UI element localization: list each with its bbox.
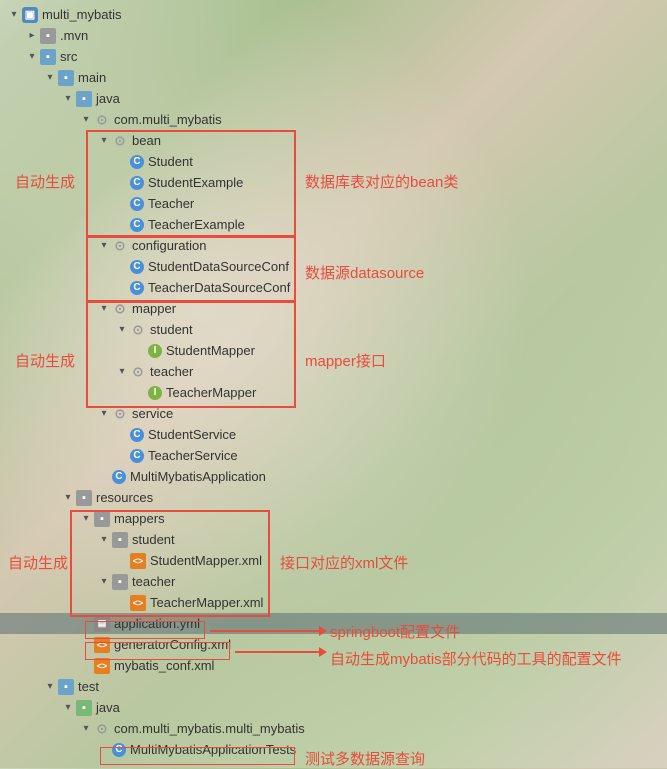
tree-row-test-java[interactable]: ▾▪java	[0, 697, 667, 718]
class-icon: C	[112, 743, 126, 757]
class-icon: C	[130, 281, 144, 295]
folder-icon: ▪	[76, 490, 92, 506]
tree-row-mappers-student[interactable]: ▾▪student	[0, 529, 667, 550]
chevron-down-icon[interactable]: ▾	[98, 576, 110, 588]
tree-row-app-class[interactable]: ▾CMultiMybatisApplication	[0, 466, 667, 487]
interface-icon: I	[148, 344, 162, 358]
chevron-down-icon[interactable]: ▾	[98, 408, 110, 420]
class-icon: C	[130, 260, 144, 274]
folder-icon: ▪	[76, 91, 92, 107]
chevron-down-icon[interactable]: ▾	[80, 513, 92, 525]
module-icon: ▣	[22, 7, 38, 23]
class-icon: C	[130, 428, 144, 442]
folder-icon: ▪	[40, 28, 56, 44]
chevron-down-icon[interactable]: ▾	[62, 492, 74, 504]
folder-icon: ▪	[94, 511, 110, 527]
folder-icon: ▪	[112, 532, 128, 548]
class-icon: C	[130, 218, 144, 232]
tree-row-interface[interactable]: ▾IStudentMapper	[0, 340, 667, 361]
chevron-down-icon[interactable]: ▾	[8, 9, 20, 21]
folder-icon: ▪	[58, 70, 74, 86]
tree-row-test-package[interactable]: ▾com.multi_mybatis.multi_mybatis	[0, 718, 667, 739]
tree-row-class[interactable]: ▾CTeacherExample	[0, 214, 667, 235]
folder-icon: ▪	[76, 700, 92, 716]
chevron-down-icon[interactable]: ▾	[44, 72, 56, 84]
folder-icon: ▪	[112, 574, 128, 590]
tree-row-resources[interactable]: ▾▪resources	[0, 487, 667, 508]
chevron-down-icon[interactable]: ▾	[98, 534, 110, 546]
package-icon	[112, 238, 128, 254]
xml-icon: <>	[94, 637, 110, 653]
folder-icon: ▪	[58, 679, 74, 695]
tree-row-java[interactable]: ▾▪java	[0, 88, 667, 109]
tree-row-configuration[interactable]: ▾configuration	[0, 235, 667, 256]
tree-row-service[interactable]: ▾service	[0, 403, 667, 424]
package-icon	[112, 133, 128, 149]
tree-row-mapper-student[interactable]: ▾student	[0, 319, 667, 340]
tree-row-test-class[interactable]: ▾CMultiMybatisApplicationTests	[0, 739, 667, 760]
tree-row-class[interactable]: ▾CTeacherService	[0, 445, 667, 466]
package-icon	[130, 322, 146, 338]
tree-row-mvn[interactable]: ▸▪.mvn	[0, 25, 667, 46]
tree-row-class[interactable]: ▾CTeacher	[0, 193, 667, 214]
chevron-down-icon[interactable]: ▾	[98, 303, 110, 315]
chevron-down-icon[interactable]: ▾	[80, 114, 92, 126]
chevron-down-icon[interactable]: ▾	[62, 93, 74, 105]
class-icon: C	[130, 155, 144, 169]
tree-row-mappers[interactable]: ▾▪mappers	[0, 508, 667, 529]
tree-row-app-yml[interactable]: ▾▤application.yml	[0, 613, 667, 634]
chevron-down-icon[interactable]: ▾	[62, 702, 74, 714]
tree-row-package[interactable]: ▾com.multi_mybatis	[0, 109, 667, 130]
tree-row-class[interactable]: ▾CStudentService	[0, 424, 667, 445]
chevron-down-icon[interactable]: ▾	[98, 135, 110, 147]
tree-row-class[interactable]: ▾CTeacherDataSourceConf	[0, 277, 667, 298]
arrow-icon	[210, 630, 320, 632]
package-icon	[94, 721, 110, 737]
project-tree: ▾▣multi_mybatis ▸▪.mvn ▾▪src ▾▪main ▾▪ja…	[0, 0, 667, 764]
interface-icon: I	[148, 386, 162, 400]
tree-row-mapper[interactable]: ▾mapper	[0, 298, 667, 319]
tree-row-mybatis-xml[interactable]: ▾<>mybatis_conf.xml	[0, 655, 667, 676]
package-icon	[112, 406, 128, 422]
xml-icon: <>	[130, 595, 146, 611]
class-icon: C	[130, 449, 144, 463]
xml-icon: <>	[94, 658, 110, 674]
class-icon: C	[112, 470, 126, 484]
yml-icon: ▤	[94, 616, 110, 632]
xml-icon: <>	[130, 553, 146, 569]
package-icon	[130, 364, 146, 380]
chevron-down-icon[interactable]: ▾	[80, 723, 92, 735]
tree-row-xml[interactable]: ▾<>TeacherMapper.xml	[0, 592, 667, 613]
chevron-right-icon[interactable]: ▸	[26, 30, 38, 42]
tree-row-mapper-teacher[interactable]: ▾teacher	[0, 361, 667, 382]
class-icon: C	[130, 197, 144, 211]
tree-row-mappers-teacher[interactable]: ▾▪teacher	[0, 571, 667, 592]
tree-row-class[interactable]: ▾CStudent	[0, 151, 667, 172]
tree-row-src[interactable]: ▾▪src	[0, 46, 667, 67]
tree-row-bean[interactable]: ▾bean	[0, 130, 667, 151]
class-icon: C	[130, 176, 144, 190]
folder-icon: ▪	[40, 49, 56, 65]
tree-row-class[interactable]: ▾CStudentExample	[0, 172, 667, 193]
chevron-down-icon[interactable]: ▾	[44, 681, 56, 693]
arrow-icon	[235, 651, 320, 653]
tree-row-interface[interactable]: ▾ITeacherMapper	[0, 382, 667, 403]
chevron-down-icon[interactable]: ▾	[116, 366, 128, 378]
tree-row-gen-xml[interactable]: ▾<>generatorConfig.xml	[0, 634, 667, 655]
chevron-down-icon[interactable]: ▾	[26, 51, 38, 63]
chevron-down-icon[interactable]: ▾	[116, 324, 128, 336]
package-icon	[112, 301, 128, 317]
tree-row-xml[interactable]: ▾<>StudentMapper.xml	[0, 550, 667, 571]
tree-row-class[interactable]: ▾CStudentDataSourceConf	[0, 256, 667, 277]
tree-row-main[interactable]: ▾▪main	[0, 67, 667, 88]
tree-row-root[interactable]: ▾▣multi_mybatis	[0, 4, 667, 25]
tree-row-test[interactable]: ▾▪test	[0, 676, 667, 697]
package-icon	[94, 112, 110, 128]
chevron-down-icon[interactable]: ▾	[98, 240, 110, 252]
